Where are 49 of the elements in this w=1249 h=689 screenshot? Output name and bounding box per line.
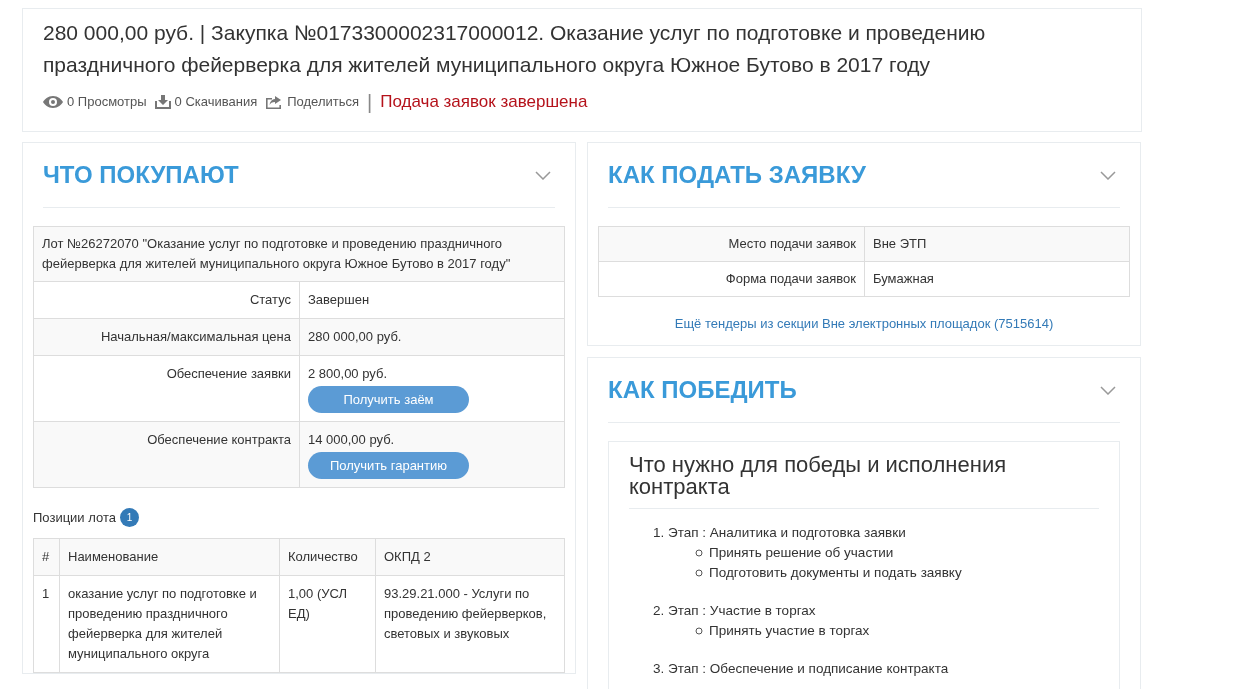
separator: |: [367, 90, 373, 115]
stage-title: 3. Этап : Обеспечение и подписание контракта: [653, 660, 950, 678]
count-badge: 1: [119, 508, 139, 528]
stage-step: Подготовить документы и подать заявку: [709, 563, 962, 583]
row-value: 14 000,00 руб.: [308, 431, 396, 449]
stage-step: Принять решение об участии: [709, 543, 894, 563]
stage-title: 1. Этап : Аналитика и подготовка заявки: [653, 524, 907, 542]
row-label: Обеспечение контракта: [33, 421, 300, 488]
section-title: ЧТО ПОКУПАЮТ: [43, 160, 239, 190]
download-icon: [154, 95, 171, 109]
row-label: Начальная/максимальная цена: [33, 318, 300, 356]
card-title: Что нужно для победы и исполнения контракта: [629, 454, 1099, 509]
section-title: КАК ПОБЕДИТЬ: [608, 375, 797, 405]
stat-link[interactable]: Поделиться: [265, 92, 359, 112]
row-label: Форма подачи заявок: [598, 261, 865, 297]
table-cell: 1: [33, 575, 60, 672]
tender-title: 280 000,00 руб. | Закупка №0173300002317000012. Оказание услуг по подготовке и проведению праздничного фейерверка для жителей муниципального округа Южное Бутово в 2017 году: [43, 20, 987, 78]
column-header: #: [33, 538, 60, 575]
column-header: Наименование: [59, 538, 280, 575]
lot-title: Лот №26272070 "Оказание услуг по подготовке и проведению праздничного фейерверка для жителей муниципального округа Южное Бутово в 2017 году": [33, 226, 565, 282]
column-header: ОКПД 2: [375, 538, 565, 575]
positions-label: Позиции лота: [33, 509, 116, 527]
row-value: Завершен: [308, 291, 371, 309]
more-tenders-link[interactable]: Ещё тендеры из секции Вне электронных площадок (7515614): [674, 316, 1054, 331]
stage-step: Принять участие в торгах: [709, 621, 870, 641]
row-value: 280 000,00 руб.: [308, 328, 403, 346]
table-cell: 1,00 (УСЛ ЕД): [279, 575, 376, 672]
column-header: Количество: [279, 538, 376, 575]
row-value: 2 800,00 руб.: [308, 365, 388, 383]
row-label: Статус: [33, 281, 300, 319]
table-cell: оказание услуг по подготовке и проведению праздничного фейерверка для жителей муниципального округа: [59, 575, 280, 672]
row-label: Обеспечение заявки: [33, 355, 300, 422]
section-title: КАК ПОДАТЬ ЗАЯВКУ: [608, 160, 866, 190]
stat-link[interactable]: 0 Просмотры: [43, 92, 147, 112]
bullet-icon: [695, 627, 703, 635]
status-text: Подача заявок завершена: [380, 91, 588, 114]
bullet-icon: [695, 549, 703, 557]
chevron-icon[interactable]: [1100, 170, 1116, 180]
chevron-icon[interactable]: [1100, 385, 1116, 395]
stage-title: 2. Этап : Участие в торгах: [653, 602, 817, 620]
row-label: Место подачи заявок: [598, 226, 865, 262]
eye-icon: [43, 96, 63, 108]
chevron-icon[interactable]: [535, 170, 551, 180]
stat-link[interactable]: 0 Скачивания: [154, 92, 258, 112]
row-value: Вне ЭТП: [864, 226, 1130, 262]
table-cell: 93.29.21.000 - Услуги по проведению фейерверков, световых и звуковых: [375, 575, 565, 672]
row-value: Бумажная: [864, 261, 1130, 297]
bullet-icon: [695, 569, 703, 577]
share-icon: [265, 95, 284, 109]
